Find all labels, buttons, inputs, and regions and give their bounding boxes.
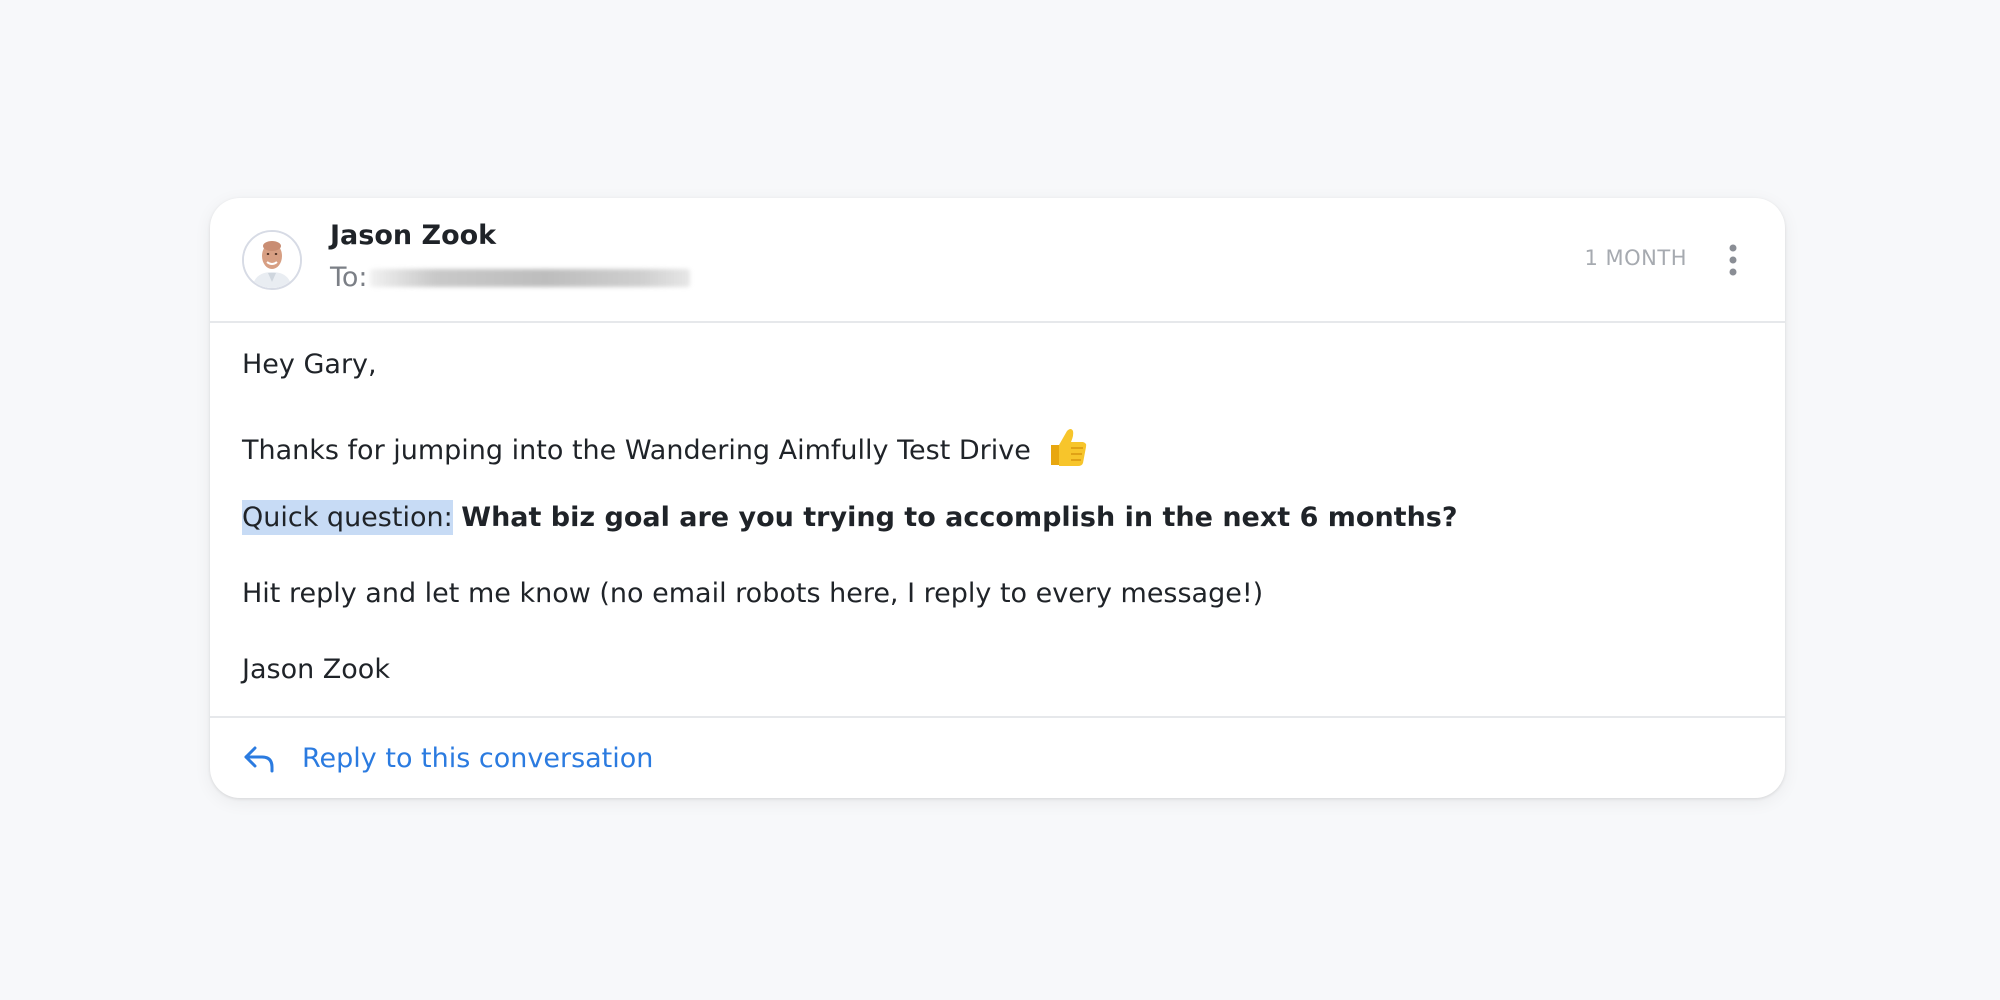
recipient-row: To: (330, 262, 690, 298)
timestamp: 1 MONTH (1584, 246, 1687, 270)
reply-arrow-icon (242, 741, 276, 775)
avatar-photo (244, 232, 300, 288)
email-footer: Reply to this conversation (210, 716, 1785, 798)
reply-label: Reply to this conversation (302, 742, 654, 774)
to-label: To: (330, 262, 368, 293)
intro-paragraph: Thanks for jumping into the Wandering Ai… (242, 425, 1089, 469)
sender-name: Jason Zook (330, 220, 497, 251)
question-paragraph: Quick question: What biz goal are you tr… (242, 500, 1458, 535)
greeting-text: Hey Gary, (242, 349, 377, 380)
redacted-recipient (369, 268, 690, 287)
intro-text: Thanks for jumping into the Wandering Ai… (242, 435, 1031, 466)
call-to-action-text: Hit reply and let me know (no email robo… (242, 578, 1264, 609)
more-vertical-icon[interactable] (1721, 242, 1745, 278)
sender-avatar[interactable] (242, 230, 302, 290)
reply-button[interactable]: Reply to this conversation (242, 718, 653, 798)
highlighted-text: Quick question: (242, 500, 453, 535)
question-text: What biz goal are you trying to accompli… (461, 502, 1458, 533)
email-header: Jason Zook To: 1 MONTH (210, 198, 1785, 323)
signature-text: Jason Zook (242, 654, 390, 685)
email-card: Jason Zook To: 1 MONTH Hey Gary, Thanks … (210, 198, 1785, 798)
thumbs-up-icon (1045, 425, 1089, 469)
